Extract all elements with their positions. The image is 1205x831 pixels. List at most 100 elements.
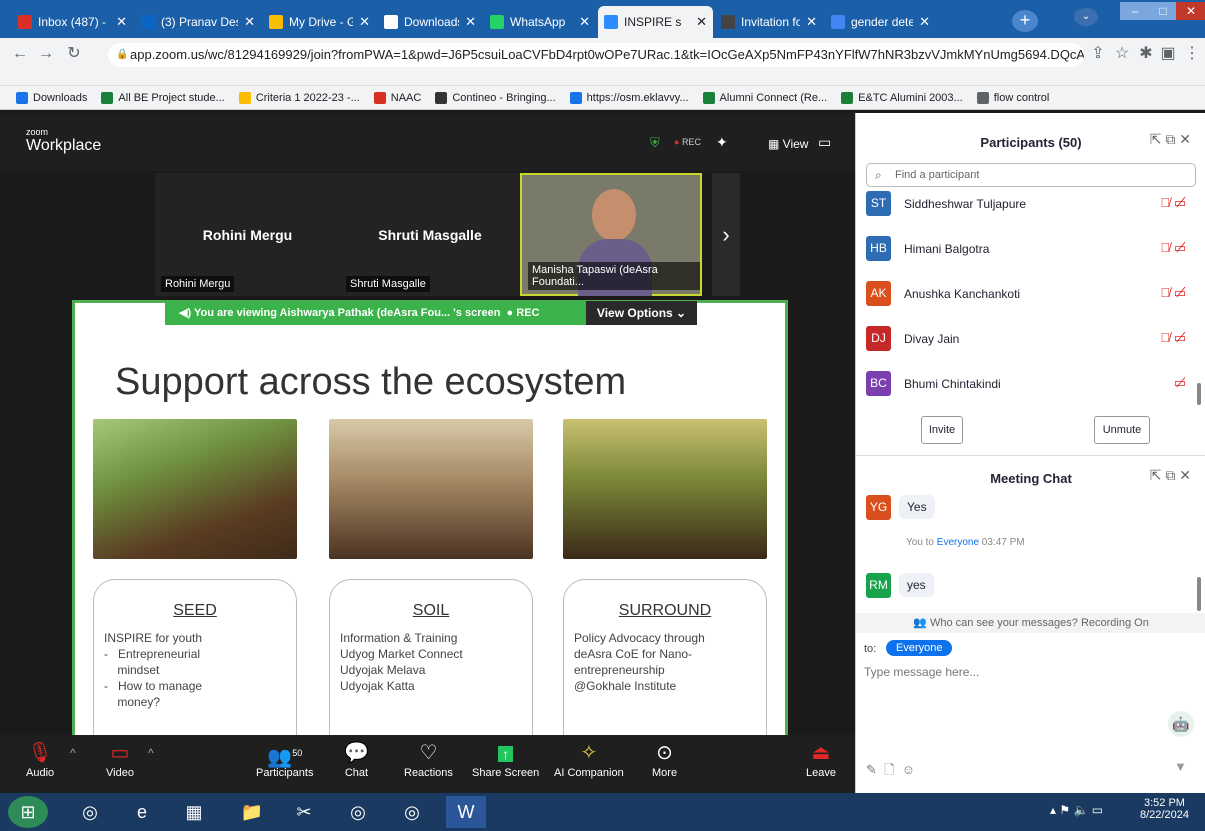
participant-scrollbar[interactable]	[1197, 383, 1201, 405]
view-button[interactable]: ▦ View	[768, 137, 808, 151]
chrome-window-2-icon[interactable]: ◎	[392, 796, 432, 828]
close-tab-icon[interactable]: ✕	[696, 14, 707, 30]
mic-video-muted-icons[interactable]: 🎙̸ ▭̸	[1160, 240, 1186, 256]
more-button[interactable]: ⊙ More	[652, 739, 677, 779]
participants-button[interactable]: 👥50 Participants	[256, 739, 313, 779]
ai-assistant-icon[interactable]: 🤖	[1168, 711, 1194, 737]
recipient-link[interactable]: Everyone	[937, 537, 979, 548]
panel-controls[interactable]: ⇱ ⧉ ✕	[1150, 131, 1191, 148]
format-icons[interactable]: ✎ 🗋 ☺	[866, 761, 915, 783]
bookmark-icon	[16, 91, 28, 104]
bookmark-item[interactable]: Criteria 1 2022-23 -...	[238, 91, 360, 104]
bookmark-item[interactable]: All BE Project stude...	[101, 91, 225, 104]
browser-tab[interactable]: (3) Pranav Des ✕	[135, 6, 261, 38]
tab-title: My Drive - Goo	[289, 15, 354, 29]
participant-search-input[interactable]: ⌕ Find a participant	[866, 163, 1196, 187]
maximize-button[interactable]: □	[1148, 2, 1178, 20]
browser-tab[interactable]: gender detect ✕	[825, 6, 936, 38]
bookmark-icon	[702, 91, 715, 104]
bookmark-item[interactable]: https://osm.eklavvy...	[569, 91, 689, 104]
minimize-button[interactable]: –	[1120, 2, 1150, 20]
close-window-button[interactable]: ✕	[1176, 2, 1205, 20]
avatar: AK	[866, 281, 891, 306]
mic-video-muted-icons[interactable]: 🎙̸ ▭̸	[1160, 195, 1186, 211]
close-tab-icon[interactable]: ✕	[806, 14, 817, 30]
browser-tab[interactable]: WhatsApp ✕	[484, 6, 596, 38]
profile-menu-icon[interactable]: ⌄	[1074, 8, 1098, 26]
bookmark-item[interactable]: NAAC	[373, 91, 421, 104]
participant-row[interactable]: ST Siddheshwar Tuljapure 🎙̸ ▭̸	[866, 191, 1196, 221]
chat-input[interactable]: Type message here...	[864, 665, 979, 679]
extensions-icon[interactable]: ✱	[1136, 44, 1156, 64]
reload-icon[interactable]: ↻	[64, 44, 84, 64]
mic-video-muted-icons[interactable]: 🎙̸ ▭̸	[1160, 285, 1186, 301]
tray-icons[interactable]: ▴ ⚑ 🔈 ▭	[1050, 803, 1103, 817]
explorer-icon[interactable]: 📁	[232, 796, 272, 828]
video-button[interactable]: ▭ Video	[106, 739, 134, 779]
participant-row[interactable]: BC Bhumi Chintakindi ▭̸	[866, 371, 1196, 401]
participant-row[interactable]: AK Anushka Kanchankoti 🎙̸ ▭̸	[866, 281, 1196, 311]
chat-scrollbar[interactable]	[1197, 577, 1201, 611]
close-tab-icon[interactable]: ✕	[919, 14, 930, 30]
new-tab-button[interactable]: +	[1012, 10, 1038, 32]
close-tab-icon[interactable]: ✕	[579, 14, 590, 30]
leave-button[interactable]: ⏏ Leave	[806, 739, 836, 779]
video-thumb-1[interactable]: Rohini Mergu Rohini Mergu	[155, 173, 340, 296]
close-tab-icon[interactable]: ✕	[465, 14, 476, 30]
chat-notice[interactable]: 👥 Who can see your messages? Recording O…	[856, 613, 1205, 633]
browser-tab[interactable]: My Drive - Goo ✕	[263, 6, 376, 38]
participant-row[interactable]: HB Himani Balgotra 🎙̸ ▭̸	[866, 236, 1196, 266]
word-icon[interactable]: W	[446, 796, 486, 828]
sidepanel-icon[interactable]: ▣	[1158, 44, 1178, 64]
browser-tab[interactable]: Invitation for ✕	[715, 6, 823, 38]
bookmark-item[interactable]: Downloads	[16, 91, 87, 104]
back-icon[interactable]: ←	[10, 44, 30, 64]
chat-panel-controls[interactable]: ⇱ ⧉ ✕	[1150, 467, 1191, 484]
video-thumb-3[interactable]: Manisha Tapaswi (deAsra Foundati...	[520, 173, 702, 296]
meeting-controls: 🎙 Audio ^ ▭ Video ^ 👥50 Participants 💬 Chat …	[0, 735, 855, 793]
audio-options[interactable]: ^	[70, 739, 76, 767]
participant-row[interactable]: DJ Divay Jain 🎙̸ ▭̸	[866, 326, 1196, 356]
mic-video-muted-icons[interactable]: ▭̸	[1174, 375, 1186, 391]
forward-icon[interactable]: →	[36, 44, 56, 64]
bookmark-item[interactable]: Alumni Connect (Re...	[702, 91, 827, 104]
bookmark-item[interactable]: Contineo - Bringing...	[435, 91, 556, 104]
share-icon[interactable]: ⇪	[1088, 44, 1108, 64]
unmute-button[interactable]: Unmute	[1094, 416, 1150, 444]
calculator-icon[interactable]: ▦	[174, 796, 214, 828]
browser-tab[interactable]: Inbox (487) - ✕	[12, 6, 133, 38]
snipping-icon[interactable]: ✂	[284, 796, 324, 828]
ai-sparkle-icon[interactable]: ✦	[716, 134, 728, 151]
fullscreen-icon[interactable]: ▭	[818, 134, 831, 151]
reactions-button[interactable]: ♡ Reactions	[404, 739, 453, 779]
chrome-window-icon[interactable]: ◎	[338, 796, 378, 828]
share-screen-button[interactable]: ↑ Share Screen	[472, 739, 539, 779]
audio-button[interactable]: 🎙 Audio	[26, 739, 54, 779]
address-bar[interactable]: 🔒 app.zoom.us/wc/81294169929/join?fromPWA…	[108, 43, 1084, 67]
clock[interactable]: 3:52 PM 8/22/2024	[1140, 797, 1189, 821]
video-thumb-2[interactable]: Shruti Masgalle Shruti Masgalle	[340, 173, 520, 296]
recipient-select[interactable]: Everyone	[886, 640, 953, 656]
next-thumbs-button[interactable]: ›	[712, 173, 740, 296]
browser-tab[interactable]: INSPIRE s ✕	[598, 6, 713, 38]
view-options-button[interactable]: View Options ⌄	[586, 301, 697, 325]
mic-video-muted-icons[interactable]: 🎙̸ ▭̸	[1160, 330, 1186, 346]
windows-taskbar: ⊞ ◎ e ▦ 📁 ✂ ◎ ◎ W ▴ ⚑ 🔈 ▭ 3:52 PM 8/22/20…	[0, 793, 1205, 831]
bookmark-star-icon[interactable]: ☆	[1112, 44, 1132, 64]
tab-favicon-icon	[384, 15, 398, 29]
edge-icon[interactable]: e	[122, 796, 162, 828]
ai-companion-button[interactable]: ✧ AI Companion	[554, 739, 624, 779]
bookmark-item[interactable]: E&TC Alumini 2003...	[841, 91, 963, 104]
menu-icon[interactable]: ⋮	[1182, 44, 1202, 64]
start-button[interactable]: ⊞	[8, 796, 48, 828]
browser-tab[interactable]: Downloads ✕	[378, 6, 482, 38]
send-icon[interactable]: ▼	[1174, 759, 1187, 774]
invite-button[interactable]: Invite	[921, 416, 963, 444]
close-tab-icon[interactable]: ✕	[244, 14, 255, 30]
close-tab-icon[interactable]: ✕	[359, 14, 370, 30]
chrome-icon[interactable]: ◎	[70, 796, 110, 828]
video-options[interactable]: ^	[148, 739, 154, 767]
bookmark-item[interactable]: flow control	[976, 91, 1049, 104]
chat-button[interactable]: 💬 Chat	[344, 739, 369, 779]
close-tab-icon[interactable]: ✕	[116, 14, 127, 30]
